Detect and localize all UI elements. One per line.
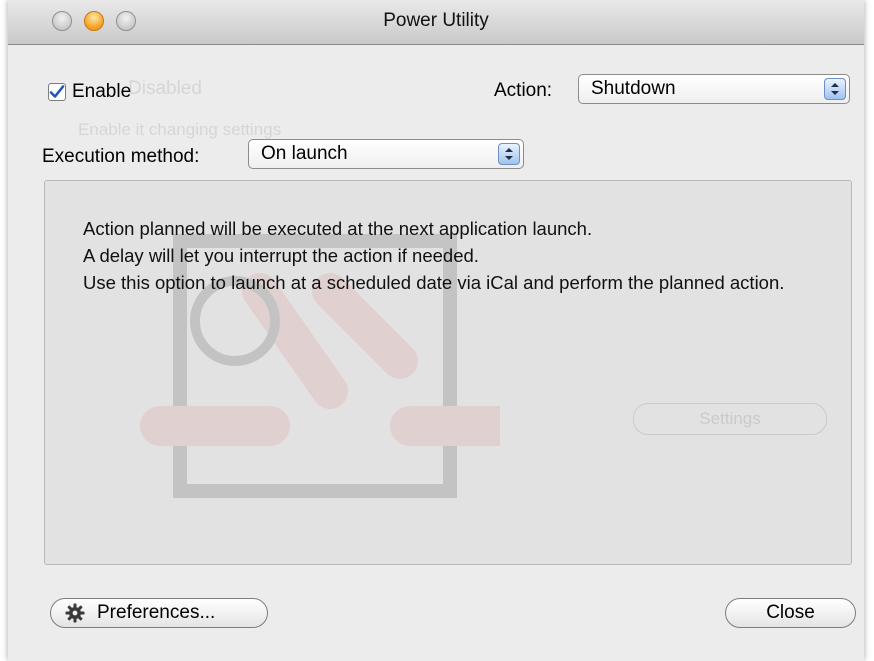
action-label: Action:: [494, 80, 553, 101]
title-bar[interactable]: Power Utility: [8, 0, 864, 45]
description-line: Use this option to launch at a scheduled…: [83, 272, 785, 293]
ghost-settings-button: Settings: [633, 403, 827, 435]
up-down-arrows-icon: [824, 78, 846, 100]
execution-selected-value: On launch: [261, 143, 348, 164]
background-watermark-option: Enable it changing settings: [78, 120, 281, 140]
gear-icon: [65, 603, 85, 623]
close-label: Close: [766, 602, 815, 623]
enable-label: Enable: [72, 81, 132, 102]
checkbox-box[interactable]: [48, 83, 66, 101]
up-down-arrows-icon: [498, 143, 520, 165]
action-selected-value: Shutdown: [591, 78, 676, 99]
description-line: Action planned will be executed at the n…: [83, 218, 593, 239]
description-line: A delay will let you interrupt the actio…: [83, 245, 479, 266]
preferences-label: Preferences...: [97, 602, 216, 623]
ghost-option-text: Enable it changing settings: [78, 120, 282, 139]
description-text: Action planned will be executed at the n…: [83, 215, 823, 296]
window-title: Power Utility: [383, 10, 489, 31]
description-panel: Settings Action planned will be executed…: [44, 180, 852, 565]
ghost-settings-label: Settings: [699, 409, 761, 428]
close-button[interactable]: Close: [725, 598, 856, 628]
execution-method-popup[interactable]: On launch: [248, 139, 524, 169]
preferences-button[interactable]: Preferences...: [50, 598, 268, 628]
enable-checkbox[interactable]: Enable: [48, 81, 131, 103]
power-utility-window: Power Utility Disabled Enable it changin…: [8, 0, 864, 661]
background-watermark: Disabled: [128, 78, 202, 100]
execution-method-label: Execution method:: [42, 146, 200, 167]
ghost-status-text: Disabled: [128, 78, 202, 99]
checkmark-icon: [49, 85, 65, 98]
action-popup[interactable]: Shutdown: [578, 74, 850, 104]
